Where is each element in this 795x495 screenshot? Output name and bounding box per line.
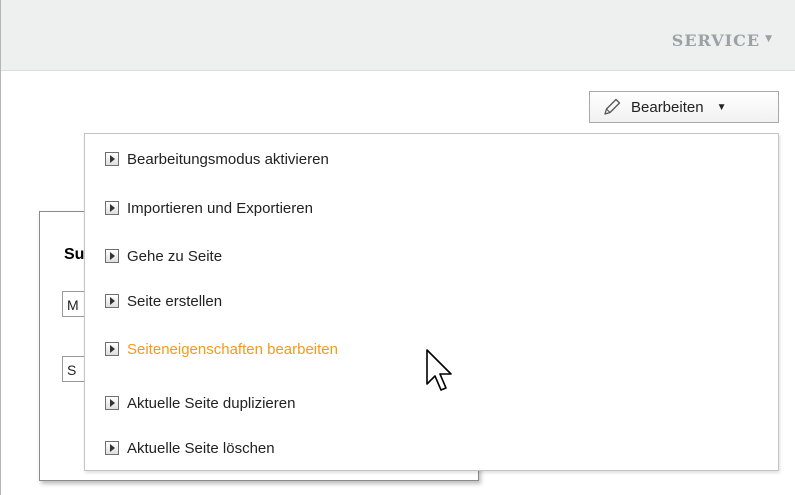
top-navigation-bar: SERVICE ▼ <box>1 0 795 71</box>
chevron-down-icon: ▼ <box>716 101 727 113</box>
menu-item-seite-erstellen[interactable]: Seite erstellen <box>105 289 222 313</box>
service-menu-label: SERVICE <box>671 31 761 50</box>
menu-item-seite-loeschen[interactable]: Aktuelle Seite löschen <box>105 436 275 460</box>
submenu-arrow-icon <box>105 201 119 215</box>
app-frame: SERVICE ▼ Su M S Bearbeiten ▼ Bearbeitung… <box>0 0 795 495</box>
menu-item-import-export[interactable]: Importieren und Exportieren <box>105 196 313 220</box>
menu-item-seiteneigenschaften[interactable]: Seiteneigenschaften bearbeiten <box>105 337 338 361</box>
frame-border <box>0 0 1 495</box>
submenu-arrow-icon <box>105 441 119 455</box>
menu-item-label: Gehe zu Seite <box>127 247 223 265</box>
menu-item-label: Aktuelle Seite duplizieren <box>127 394 296 412</box>
pencil-icon <box>601 96 623 118</box>
menu-item-label: Importieren und Exportieren <box>127 199 313 217</box>
menu-item-label: Seite erstellen <box>127 292 223 310</box>
submenu-arrow-icon <box>105 396 119 410</box>
menu-item-label: Bearbeitungsmodus aktivieren <box>127 150 329 168</box>
submenu-arrow-icon <box>105 152 119 166</box>
menu-item-seite-duplizieren[interactable]: Aktuelle Seite duplizieren <box>105 391 295 415</box>
service-menu[interactable]: SERVICE ▼ <box>672 31 773 50</box>
edit-button-label: Bearbeiten <box>631 98 704 116</box>
submenu-arrow-icon <box>105 294 119 308</box>
menu-item-label: Seiteneigenschaften bearbeiten <box>127 340 338 358</box>
menu-item-gehe-zu-seite[interactable]: Gehe zu Seite <box>105 244 222 268</box>
mouse-pointer-icon <box>426 349 452 391</box>
submenu-arrow-icon <box>105 342 119 356</box>
menu-item-bearbeitungsmodus[interactable]: Bearbeitungsmodus aktivieren <box>105 147 329 171</box>
caret-down-icon: ▼ <box>765 34 773 44</box>
edit-dropdown-menu: Bearbeitungsmodus aktivieren Importieren… <box>84 133 779 471</box>
submenu-arrow-icon <box>105 249 119 263</box>
edit-button[interactable]: Bearbeiten ▼ <box>589 91 779 123</box>
menu-item-label: Aktuelle Seite löschen <box>127 439 275 457</box>
